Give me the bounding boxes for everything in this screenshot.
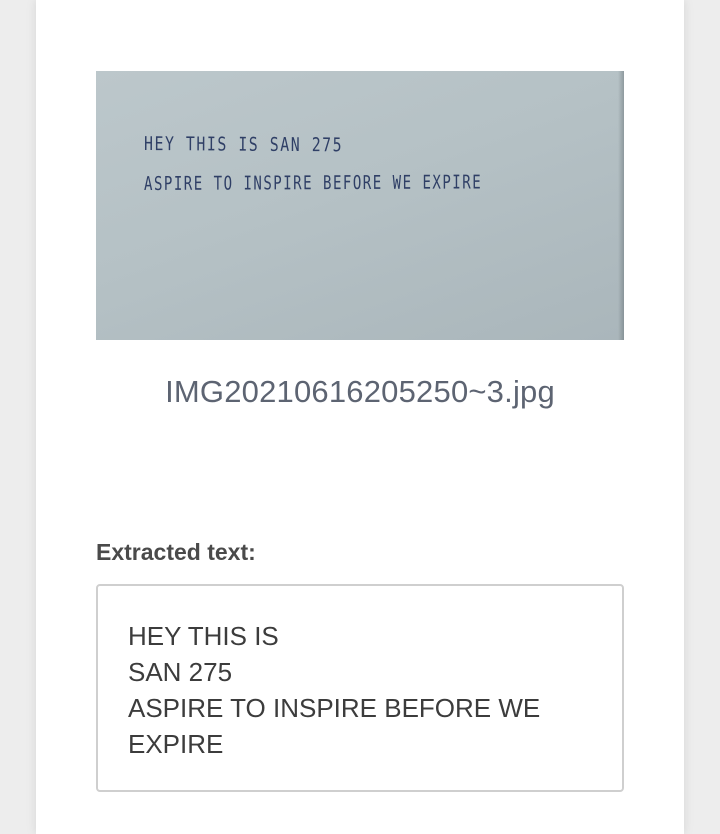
result-card: HEY THIS IS SAN 275 ASPIRE TO INSPIRE BE…	[36, 0, 684, 834]
extracted-text-line: ASPIRE TO INSPIRE BEFORE WE	[128, 693, 541, 723]
extracted-text-line: SAN 275	[128, 657, 233, 687]
extracted-text-line: EXPIRE	[128, 729, 224, 759]
handwritten-line: ASPIRE TO INSPIRE BEFORE WE EXPIRE	[143, 171, 483, 195]
uploaded-image: HEY THIS IS SAN 275 ASPIRE TO INSPIRE BE…	[96, 71, 624, 340]
handwritten-line: HEY THIS IS SAN 275	[143, 133, 344, 157]
extracted-text-content: HEY THIS IS SAN 275 ASPIRE TO INSPIRE BE…	[128, 618, 540, 762]
extracted-text-line: HEY THIS IS	[128, 621, 279, 651]
image-filename: IMG20210616205250~3.jpg	[165, 374, 555, 409]
extracted-text-box[interactable]: HEY THIS IS SAN 275 ASPIRE TO INSPIRE BE…	[96, 584, 624, 792]
photo-edge-shadow	[618, 71, 624, 340]
extracted-text-label: Extracted text:	[96, 539, 256, 565]
